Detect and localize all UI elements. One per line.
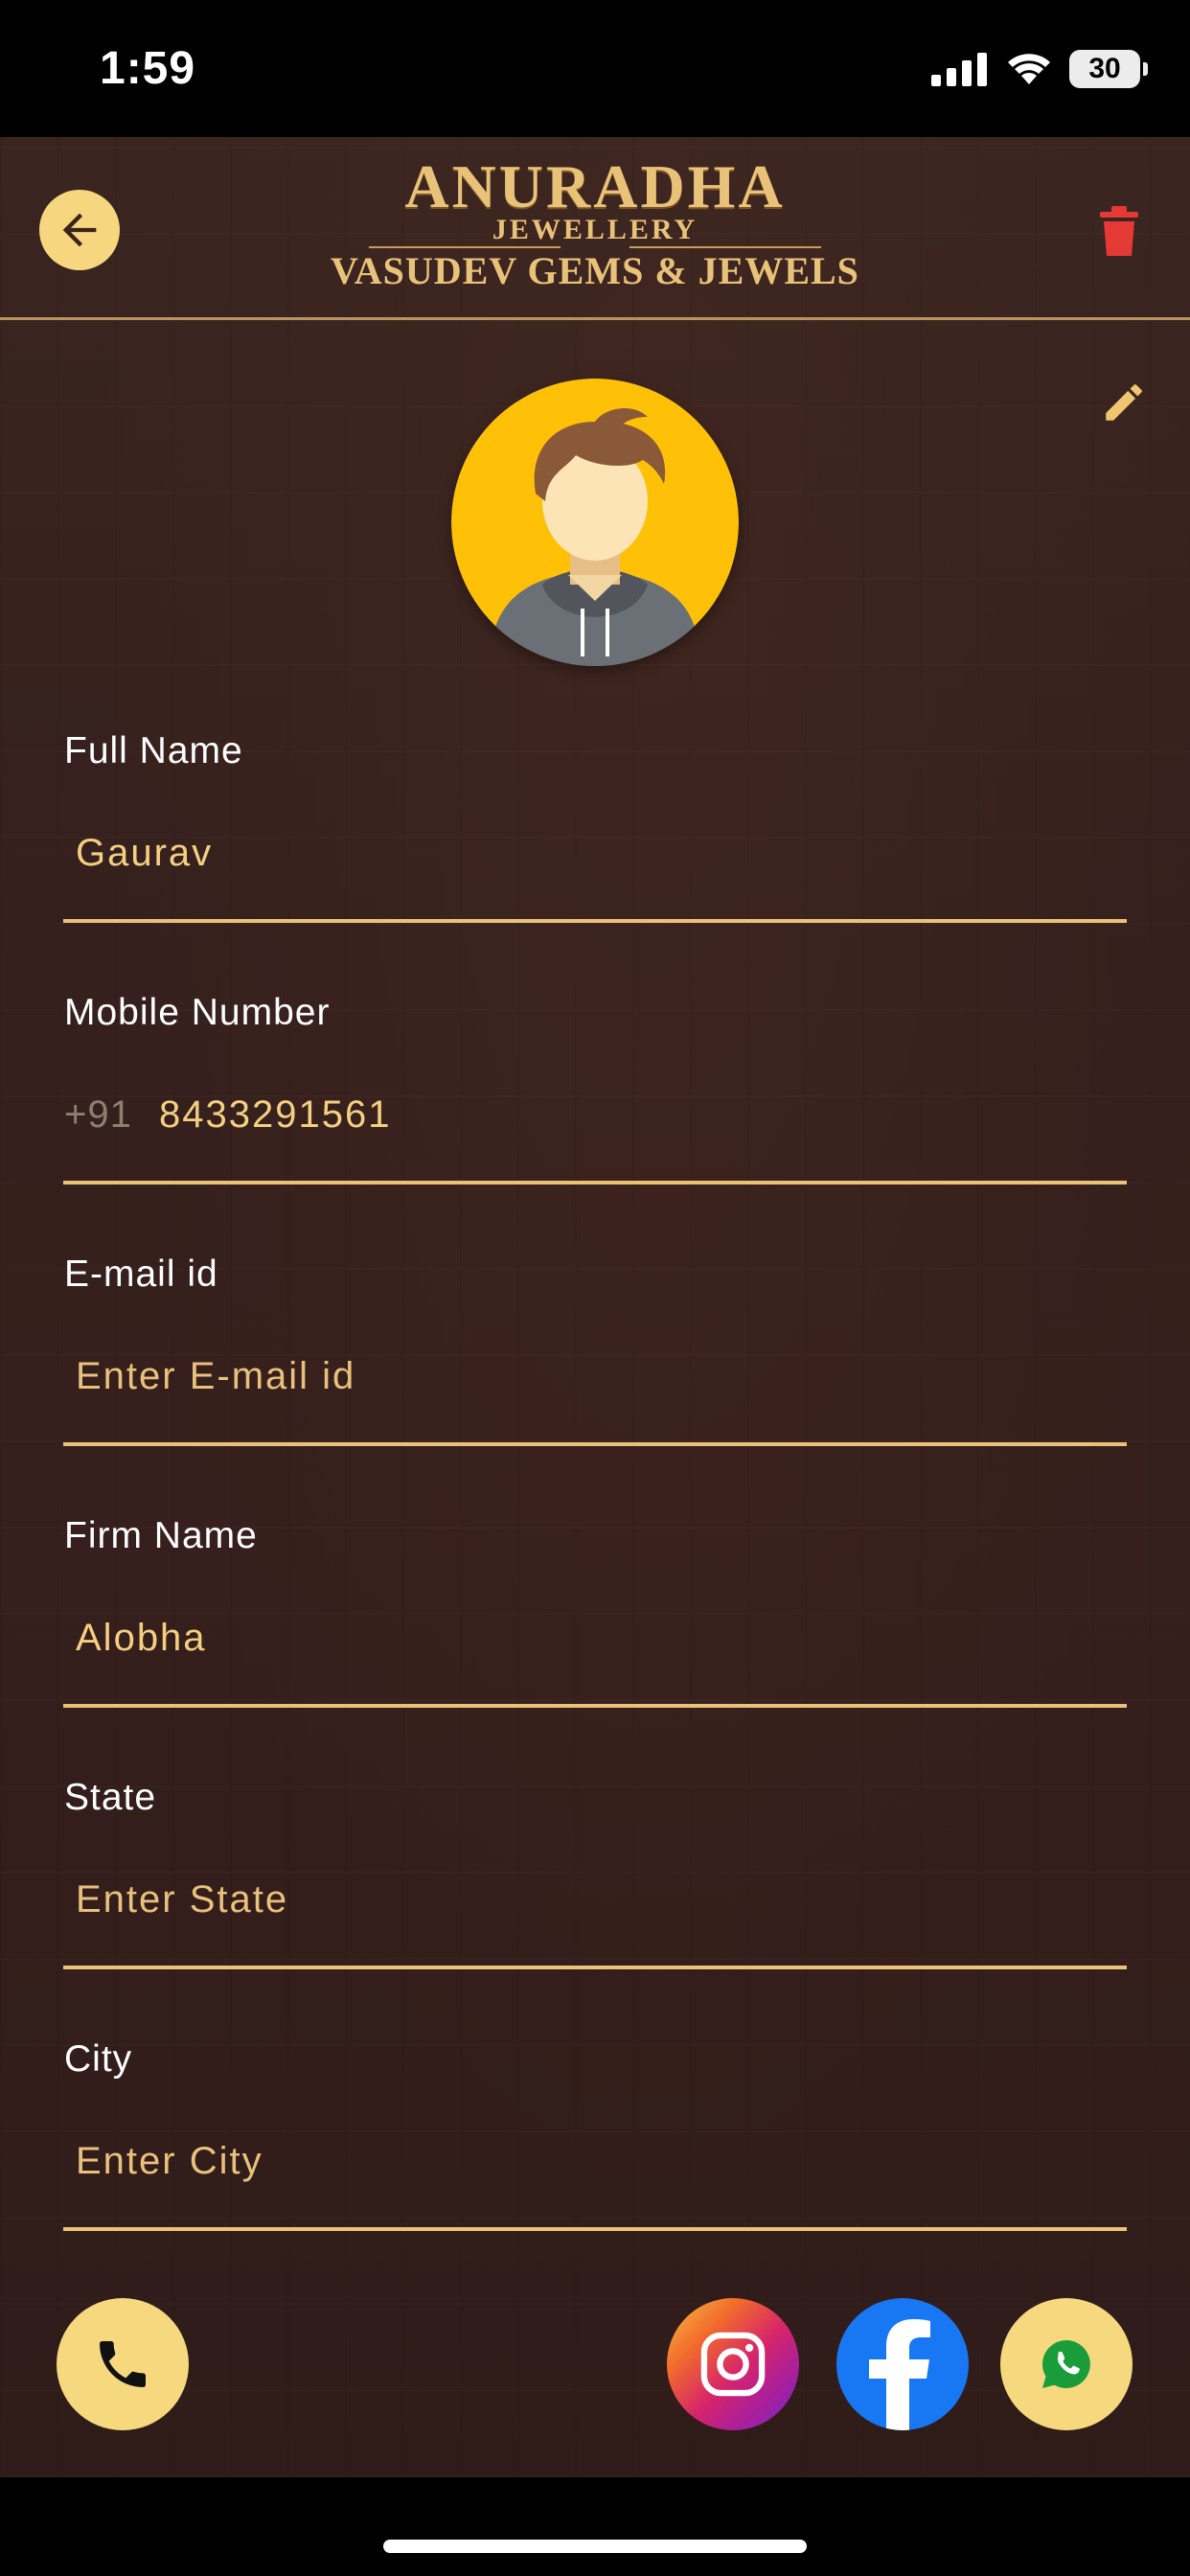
facebook-icon (869, 2319, 930, 2430)
state-field[interactable]: State Enter State (63, 1777, 1127, 1969)
city-underline (63, 2227, 1127, 2231)
logo-subtitle: JEWELLERY (0, 216, 1190, 248)
signal-icon (931, 53, 987, 86)
phone-icon (100, 2341, 146, 2387)
mobile-number-underline (63, 1181, 1127, 1184)
header: ANURADHA JEWELLERY VASUDEV GEMS & JEWELS (0, 137, 1190, 320)
firm-name-input[interactable]: Alobha (76, 1617, 207, 1660)
bottom-safe-area (0, 2477, 1190, 2576)
logo-tagline: VASUDEV GEMS & JEWELS (331, 249, 859, 292)
edit-button[interactable] (1100, 379, 1148, 426)
instagram-icon (700, 2332, 766, 2397)
mobile-number-field[interactable]: Mobile Number +91 8433291561 (63, 992, 1127, 1184)
email-field[interactable]: E-mail id Enter E-mail id (63, 1254, 1127, 1446)
email-input[interactable]: Enter E-mail id (76, 1355, 355, 1398)
call-button[interactable] (57, 2298, 189, 2430)
country-code: +91 (64, 1093, 132, 1136)
status-bar: 1:59 30 (0, 0, 1190, 137)
city-field[interactable]: City Enter City (63, 2038, 1127, 2231)
home-indicator[interactable] (383, 2540, 807, 2553)
state-label: State (64, 1777, 157, 1818)
avatar[interactable] (451, 379, 739, 666)
wifi-icon (1008, 54, 1050, 84)
firm-name-field[interactable]: Firm Name Alobha (63, 1515, 1127, 1708)
user-avatar-icon (451, 379, 739, 666)
whatsapp-button[interactable] (1000, 2298, 1133, 2430)
full-name-label: Full Name (64, 730, 243, 771)
full-name-underline (63, 919, 1127, 923)
whatsapp-icon (1042, 2340, 1090, 2388)
brand-logo: ANURADHA JEWELLERY VASUDEV GEMS & JEWELS (0, 156, 1190, 292)
profile-screen: ANURADHA JEWELLERY VASUDEV GEMS & JEWELS (0, 137, 1190, 2477)
state-underline (63, 1966, 1127, 1969)
city-label: City (64, 2038, 133, 2080)
delete-button[interactable] (1100, 206, 1138, 256)
state-input[interactable]: Enter State (76, 1878, 288, 1921)
mobile-number-label: Mobile Number (64, 992, 331, 1033)
battery-icon: 30 (1069, 50, 1148, 88)
facebook-button[interactable] (836, 2298, 969, 2430)
email-label: E-mail id (64, 1254, 218, 1295)
full-name-field[interactable]: Full Name Gaurav (63, 730, 1127, 923)
firm-name-label: Firm Name (64, 1515, 258, 1556)
instagram-button[interactable] (667, 2298, 799, 2430)
logo-title: ANURADHA (404, 152, 786, 220)
email-underline (63, 1442, 1127, 1446)
full-name-input[interactable]: Gaurav (76, 832, 213, 875)
mobile-number-input[interactable]: 8433291561 (159, 1093, 391, 1137)
status-time: 1:59 (100, 43, 196, 94)
firm-name-underline (63, 1704, 1127, 1708)
status-icons: 30 (931, 50, 1148, 88)
city-input[interactable]: Enter City (76, 2140, 263, 2183)
